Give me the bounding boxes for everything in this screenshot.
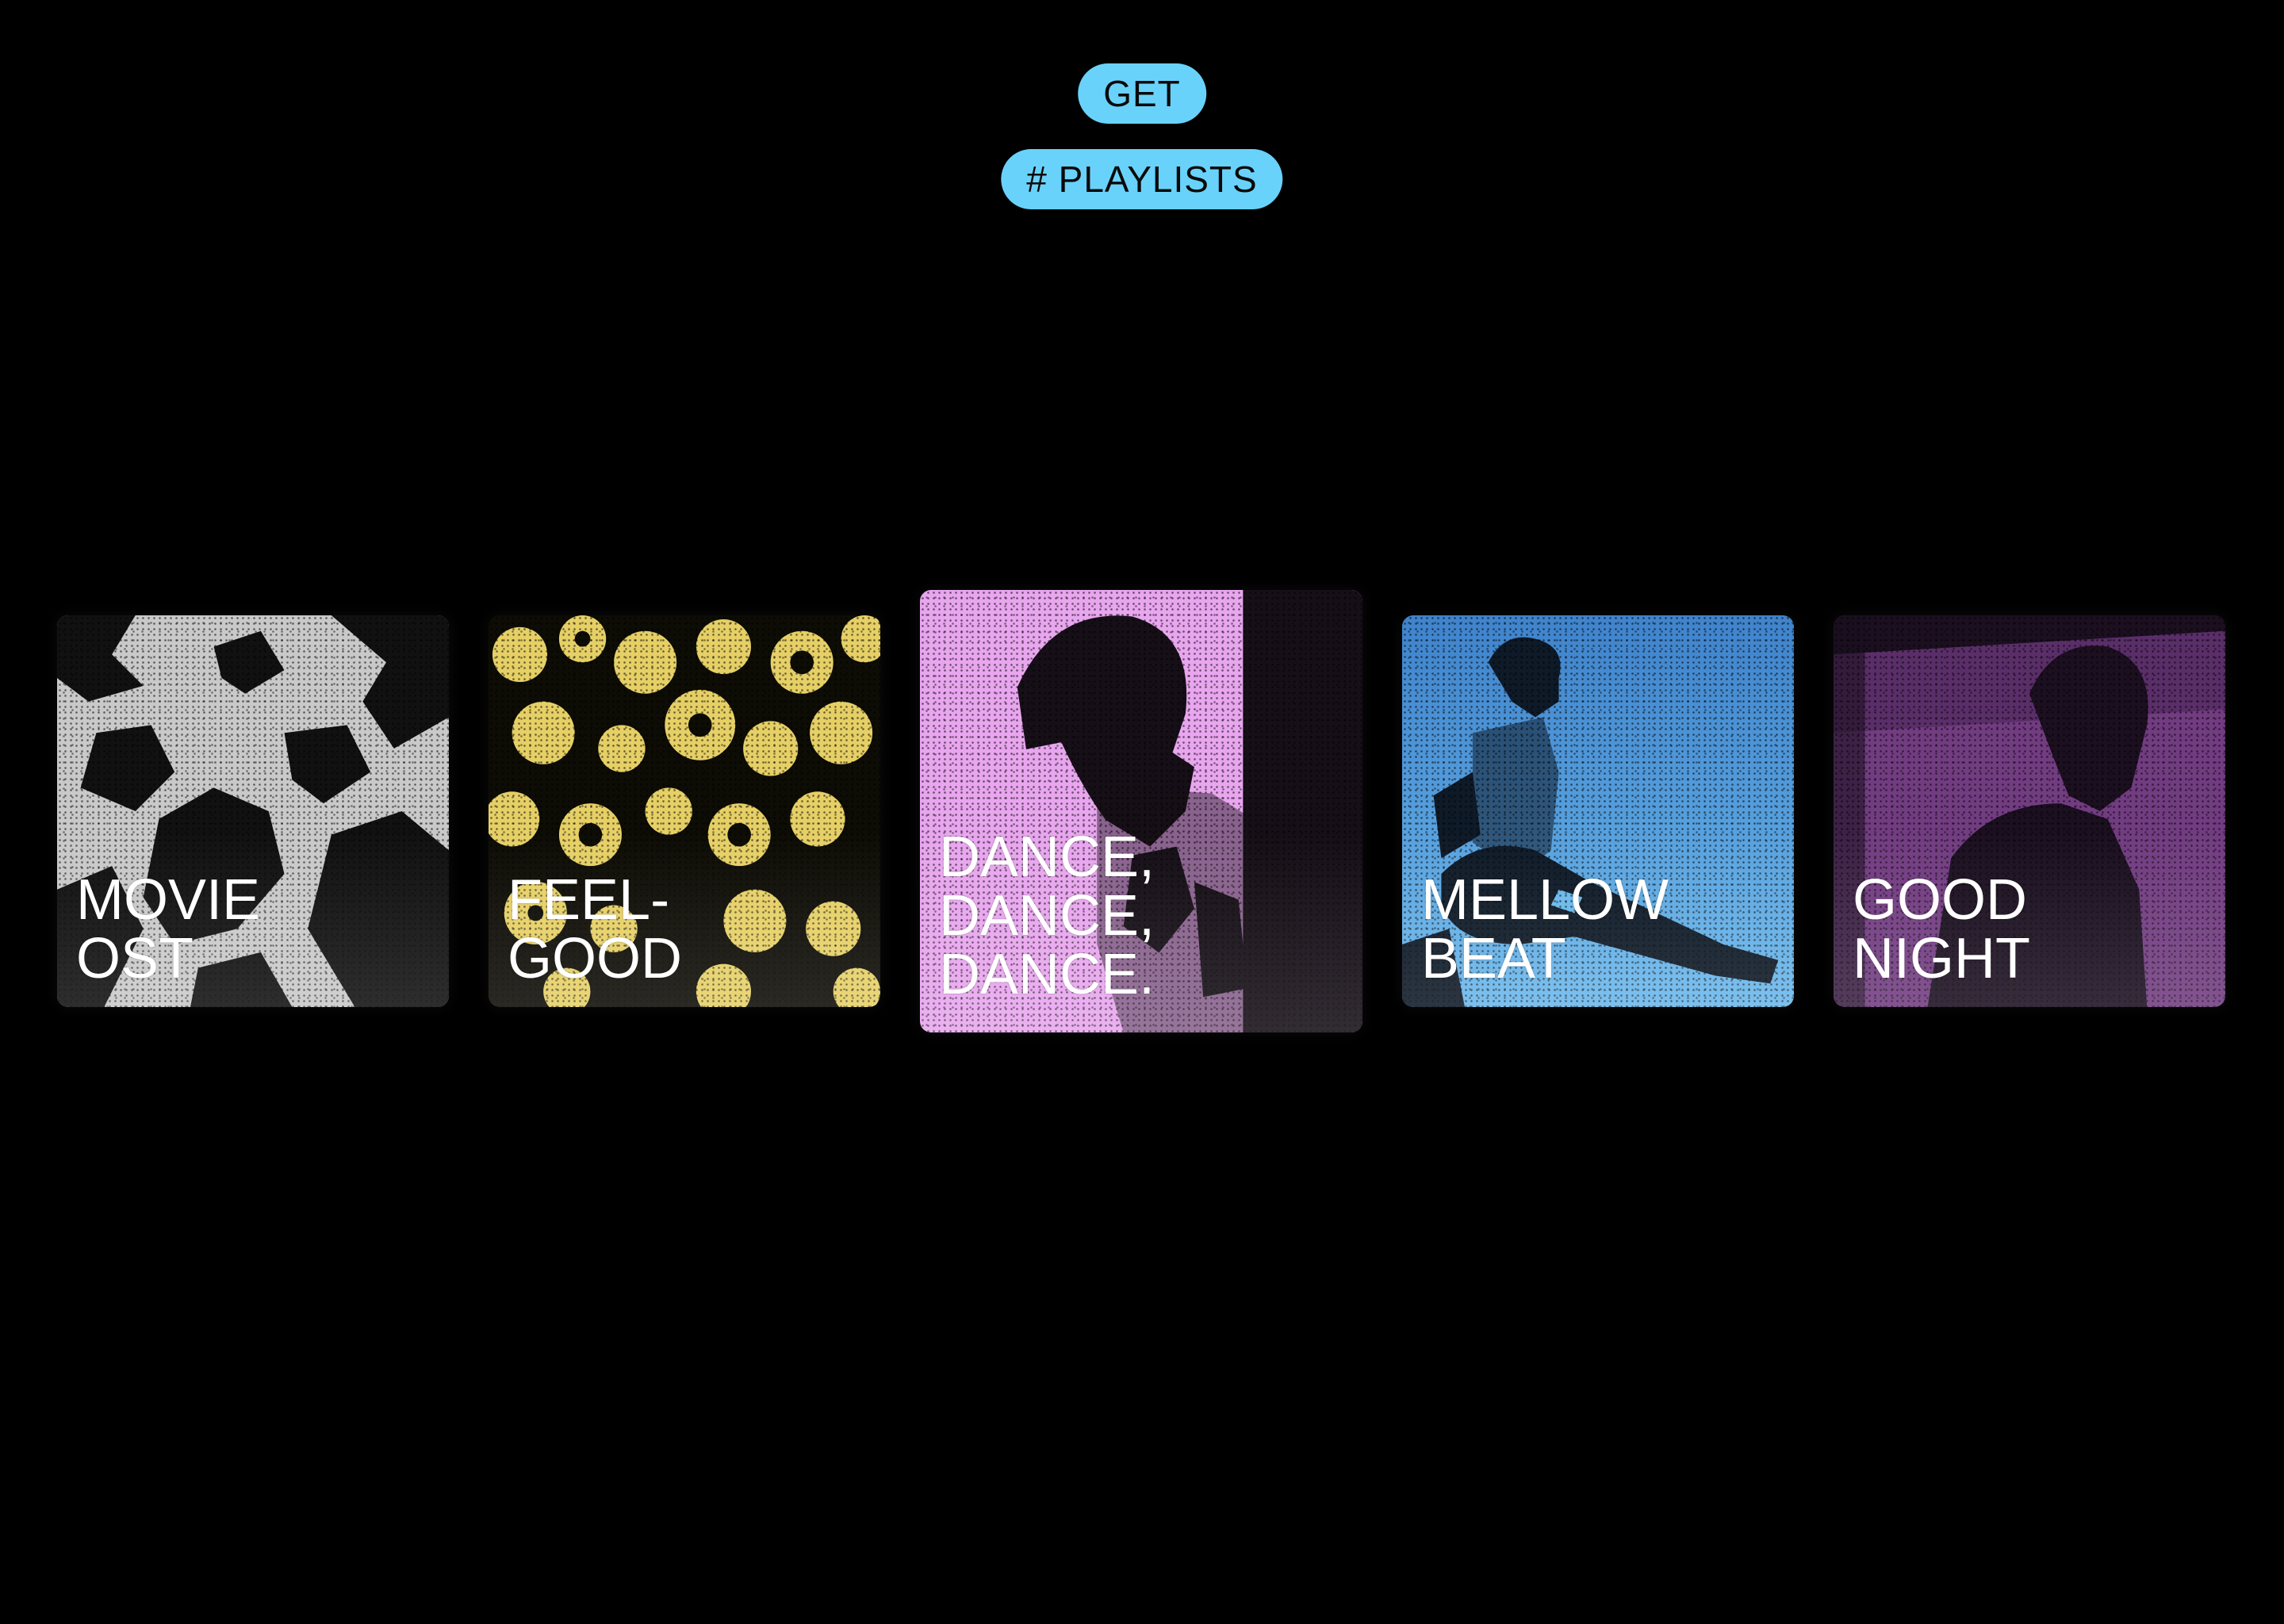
playlist-title: DANCE, DANCE, DANCE. (939, 825, 1155, 1006)
get-button[interactable]: GET (1078, 63, 1206, 124)
playlist-card-good-night[interactable]: GOOD NIGHT (1834, 615, 2225, 1007)
playlist-card-feel-good[interactable]: FEEL- GOOD (489, 615, 880, 1007)
playlist-title: MOVIE OST (76, 868, 261, 990)
playlist-card-movie-ost[interactable]: MOVIE OST (57, 615, 449, 1007)
playlist-title: GOOD NIGHT (1853, 868, 2030, 990)
playlist-title: FEEL- GOOD (508, 868, 683, 990)
playlist-title: MELLOW BEAT (1421, 868, 1669, 990)
playlist-card-mellow-beat[interactable]: MELLOW BEAT (1402, 615, 1794, 1007)
playlist-card-dance[interactable]: DANCE, DANCE, DANCE. (920, 590, 1362, 1032)
playlists-tag-button[interactable]: # PLAYLISTS (1001, 149, 1283, 209)
